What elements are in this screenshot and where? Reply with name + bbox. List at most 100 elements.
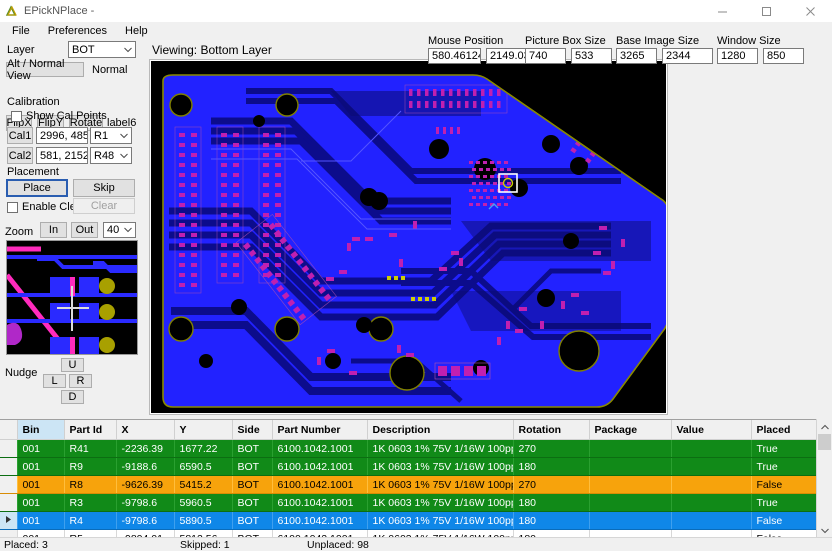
cell-package[interactable]	[589, 493, 672, 512]
column-header-rotation[interactable]: Rotation	[513, 420, 590, 440]
zoom-preview-panel[interactable]	[6, 240, 138, 355]
table-row[interactable]: 001 R8 -9626.39 5415.2 BOT 6100.1042.100…	[0, 475, 830, 494]
row-selector[interactable]	[0, 475, 18, 494]
cell-part-number[interactable]: 6100.1042.1001	[272, 511, 368, 530]
cell-description[interactable]: 1K 0603 1% 75V 1/16W 100ppm SMT...	[367, 475, 514, 494]
nudge-right-button[interactable]: R	[69, 374, 92, 388]
pcb-canvas[interactable]	[151, 61, 666, 413]
cell-bin[interactable]: 001	[17, 493, 65, 512]
row-selector-current[interactable]	[0, 511, 18, 530]
column-header-y[interactable]: Y	[174, 420, 233, 440]
cell-y[interactable]: 5890.5	[174, 511, 233, 530]
cell-part-id[interactable]: R41	[64, 439, 117, 458]
cell-value[interactable]	[671, 475, 752, 494]
cell-value[interactable]	[671, 457, 752, 476]
cell-y[interactable]: 5960.5	[174, 493, 233, 512]
layer-combobox[interactable]: BOT	[68, 41, 136, 58]
skip-button[interactable]: Skip	[73, 179, 135, 197]
base-image-width[interactable]: 3265	[616, 48, 657, 64]
cal2-ref-combobox[interactable]: R48	[90, 147, 132, 164]
cell-description[interactable]: 1K 0603 1% 75V 1/16W 100ppm SMT...	[367, 457, 514, 476]
cell-rotation[interactable]: 180	[513, 511, 590, 530]
cell-y[interactable]: 1677.22	[174, 439, 233, 458]
cell-x[interactable]: -9188.6	[116, 457, 175, 476]
cell-value[interactable]	[671, 439, 752, 458]
column-header-part-number[interactable]: Part Number	[272, 420, 368, 440]
cell-part-id[interactable]: R9	[64, 457, 117, 476]
zoom-out-button[interactable]: Out	[71, 222, 98, 238]
close-button[interactable]	[788, 0, 832, 22]
row-selector[interactable]	[0, 457, 18, 476]
cell-side[interactable]: BOT	[232, 511, 273, 530]
table-row[interactable]: 001 R4 -9798.6 5890.5 BOT 6100.1042.1001…	[0, 511, 830, 530]
base-image-height[interactable]: 2344	[662, 48, 713, 64]
cell-side[interactable]: BOT	[232, 493, 273, 512]
alt-normal-view-button[interactable]: Alt / Normal View	[6, 58, 84, 82]
cell-part-number[interactable]: 6100.1042.1001	[272, 439, 368, 458]
cell-rotation[interactable]: 270	[513, 439, 590, 458]
cell-package[interactable]	[589, 511, 672, 530]
menu-preferences[interactable]: Preferences	[39, 22, 116, 40]
cell-bin[interactable]: 001	[17, 439, 65, 458]
nudge-left-button[interactable]: L	[43, 374, 66, 388]
cell-side[interactable]: BOT	[232, 475, 273, 494]
window-width[interactable]: 1280	[717, 48, 758, 64]
scroll-down-arrow-icon[interactable]	[817, 523, 832, 538]
cell-x[interactable]: -9798.6	[116, 511, 175, 530]
column-header-x[interactable]: X	[116, 420, 175, 440]
cell-part-number[interactable]: 6100.1042.1001	[272, 457, 368, 476]
scroll-up-arrow-icon[interactable]	[817, 419, 832, 434]
cell-description[interactable]: 1K 0603 1% 75V 1/16W 100ppm SMT...	[367, 493, 514, 512]
cell-x[interactable]: -9798.6	[116, 493, 175, 512]
pcb-view-frame[interactable]	[149, 59, 668, 415]
row-selector[interactable]	[0, 439, 18, 458]
column-header-package[interactable]: Package	[589, 420, 672, 440]
cal1-ref-combobox[interactable]: R1	[90, 127, 132, 144]
cell-part-id[interactable]: R4	[64, 511, 117, 530]
cell-rotation[interactable]: 270	[513, 475, 590, 494]
cell-value[interactable]	[671, 511, 752, 530]
show-cal-points-checkbox[interactable]: Show Cal Points	[11, 110, 107, 122]
minimize-button[interactable]	[700, 0, 744, 22]
zoom-in-button[interactable]: In	[40, 222, 67, 238]
cell-side[interactable]: BOT	[232, 457, 273, 476]
table-vertical-scrollbar[interactable]	[816, 419, 832, 538]
cal2-value-input[interactable]: 581, 2152	[36, 147, 88, 164]
cal1-button[interactable]: Cal1	[7, 127, 33, 144]
cell-part-number[interactable]: 6100.1042.1001	[272, 493, 368, 512]
cell-description[interactable]: 1K 0603 1% 75V 1/16W 100ppm SMT...	[367, 439, 514, 458]
column-header-value[interactable]: Value	[671, 420, 752, 440]
cell-part-id[interactable]: R3	[64, 493, 117, 512]
nudge-up-button[interactable]: U	[61, 358, 84, 372]
cell-part-number[interactable]: 6100.1042.1001	[272, 475, 368, 494]
cell-x[interactable]: -9626.39	[116, 475, 175, 494]
cell-y[interactable]: 5415.2	[174, 475, 233, 494]
cell-y[interactable]: 6590.5	[174, 457, 233, 476]
cell-description[interactable]: 1K 0603 1% 75V 1/16W 100ppm SMT...	[367, 511, 514, 530]
picture-box-width[interactable]: 740	[525, 48, 566, 64]
table-row[interactable]: 001 R41 -2236.39 1677.22 BOT 6100.1042.1…	[0, 439, 830, 458]
cell-package[interactable]	[589, 457, 672, 476]
cell-rotation[interactable]: 180	[513, 493, 590, 512]
menu-help[interactable]: Help	[116, 22, 157, 40]
cell-rotation[interactable]: 180	[513, 457, 590, 476]
zoom-level-combobox[interactable]: 40	[103, 222, 136, 238]
cal2-button[interactable]: Cal2	[7, 147, 33, 164]
cal1-value-input[interactable]: 2996, 485	[36, 127, 88, 144]
scrollbar-thumb[interactable]	[818, 434, 831, 450]
place-button[interactable]: Place	[6, 179, 68, 197]
maximize-button[interactable]	[744, 0, 788, 22]
column-header-description[interactable]: Description	[367, 420, 514, 440]
mouse-position-x[interactable]: 580.46124	[428, 48, 481, 64]
column-header-side[interactable]: Side	[232, 420, 273, 440]
menu-file[interactable]: File	[3, 22, 39, 40]
table-row[interactable]: 001 R9 -9188.6 6590.5 BOT 6100.1042.1001…	[0, 457, 830, 476]
column-header-bin[interactable]: Bin	[17, 420, 65, 440]
cell-bin[interactable]: 001	[17, 511, 65, 530]
window-height[interactable]: 850	[763, 48, 804, 64]
cell-side[interactable]: BOT	[232, 439, 273, 458]
cell-part-id[interactable]: R8	[64, 475, 117, 494]
column-header-part-id[interactable]: Part Id	[64, 420, 117, 440]
cell-bin[interactable]: 001	[17, 475, 65, 494]
row-selector[interactable]	[0, 493, 18, 512]
